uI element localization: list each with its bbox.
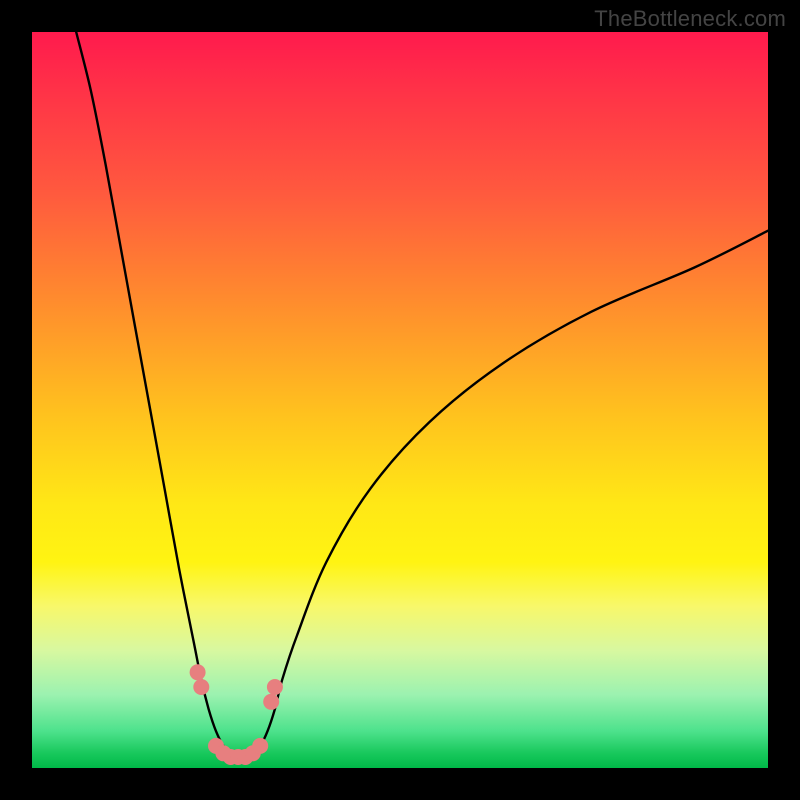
bottleneck-curve: [76, 32, 768, 757]
chart-frame: TheBottleneck.com: [0, 0, 800, 800]
marker-dot: [193, 679, 209, 695]
curve-svg: [32, 32, 768, 768]
watermark-text: TheBottleneck.com: [594, 6, 786, 32]
marker-dot: [190, 664, 206, 680]
marker-dot: [263, 694, 279, 710]
marker-dot: [267, 679, 283, 695]
marker-dots: [190, 664, 283, 765]
marker-dot: [252, 738, 268, 754]
plot-area: [32, 32, 768, 768]
